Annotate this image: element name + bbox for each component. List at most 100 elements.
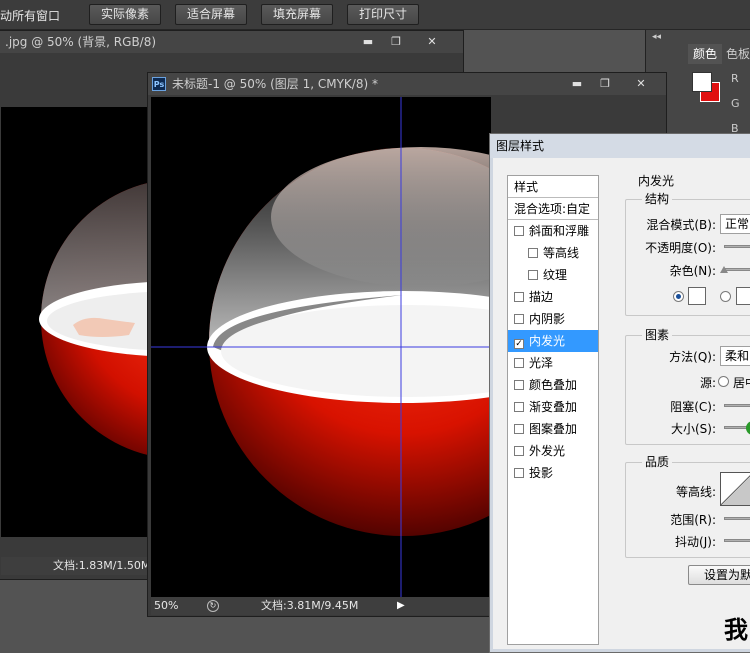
- close-button[interactable]: ✕: [628, 76, 654, 91]
- style-item-label: 外发光: [529, 444, 566, 458]
- blend-options-item[interactable]: 混合选项:自定: [508, 198, 598, 220]
- style-checkbox[interactable]: [514, 446, 524, 456]
- style-item-label: 光泽: [529, 356, 554, 370]
- panel-collapse-arrows[interactable]: ◂◂: [652, 32, 661, 42]
- scroll-all-windows-label[interactable]: 滚动所有窗口: [0, 7, 60, 24]
- technique-select[interactable]: 柔和: [720, 346, 750, 366]
- status-doc-size-front: 文档:3.81M/9.45M: [261, 599, 359, 612]
- technique-label: 方法(Q):: [669, 350, 716, 364]
- glow-gradient-swatch[interactable]: [736, 287, 750, 305]
- status-bar-front: 50% ↻ 文档:3.81M/9.45M ▶: [151, 597, 491, 615]
- opacity-label: 不透明度(O):: [645, 241, 716, 255]
- style-checkbox[interactable]: [514, 380, 524, 390]
- ps-badge-icon: Ps: [152, 77, 166, 91]
- status-menu-arrow-icon[interactable]: ▶: [397, 597, 405, 615]
- document-title-front: 未标题-1 @ 50% (图层 1, CMYK/8) *: [172, 77, 378, 91]
- style-item-label: 内阴影: [529, 312, 566, 326]
- glow-color-swatch[interactable]: [688, 287, 706, 305]
- elements-title: 图素: [642, 326, 673, 343]
- watermark-text: 我: [724, 616, 748, 644]
- jitter-label: 抖动(J):: [675, 535, 716, 549]
- style-item-label: 颜色叠加: [529, 378, 578, 392]
- fit-screen-button[interactable]: 适合屏幕: [175, 4, 247, 25]
- style-checkbox[interactable]: [528, 270, 538, 280]
- section-title: 内发光: [638, 174, 675, 188]
- export-icon[interactable]: ↻: [207, 600, 219, 612]
- structure-title: 结构: [642, 190, 673, 207]
- minimize-button[interactable]: ▬: [355, 34, 381, 49]
- document-title-back: .jpg @ 50% (背景, RGB/8): [5, 35, 157, 49]
- choke-label: 阻塞(C):: [670, 400, 716, 414]
- layer-style-dialog: 图层样式 样式 混合选项:自定 斜面和浮雕 等高线 纹理 描边 内阴影 ✓ 内发光 光泽 颜色叠…: [489, 133, 750, 653]
- options-bar: 滚动所有窗口 实际像素 适合屏幕 填充屏幕 打印尺寸: [0, 0, 750, 30]
- size-label: 大小(S):: [670, 422, 716, 436]
- source-center-radio[interactable]: [718, 376, 729, 387]
- noise-slider-handle-icon[interactable]: [720, 266, 728, 273]
- range-slider[interactable]: [724, 517, 750, 520]
- style-checkbox[interactable]: [514, 358, 524, 368]
- style-item-label: 内发光: [529, 334, 566, 348]
- restore-button[interactable]: ❐: [383, 34, 409, 49]
- style-item[interactable]: 斜面和浮雕: [508, 220, 598, 242]
- minimize-button[interactable]: ▬: [564, 76, 590, 91]
- jitter-slider[interactable]: [724, 539, 750, 542]
- style-checkbox[interactable]: [514, 468, 524, 478]
- styles-header[interactable]: 样式: [508, 176, 598, 198]
- channel-g-label: G: [731, 97, 740, 110]
- style-item-label: 等高线: [543, 246, 580, 260]
- style-item-label: 斜面和浮雕: [529, 224, 590, 238]
- sphere-artwork-back: [39, 182, 149, 456]
- channel-r-label: R: [731, 72, 739, 85]
- tab-swatches[interactable]: 色板: [726, 44, 750, 64]
- print-size-button[interactable]: 打印尺寸: [347, 4, 419, 25]
- style-item[interactable]: 渐变叠加: [508, 396, 598, 418]
- fill-screen-button[interactable]: 填充屏幕: [261, 4, 333, 25]
- style-checkbox[interactable]: ✓: [514, 339, 524, 349]
- color-radio[interactable]: [673, 291, 684, 302]
- style-item-label: 描边: [529, 290, 554, 304]
- close-button[interactable]: ✕: [419, 34, 445, 49]
- choke-slider[interactable]: [724, 404, 750, 407]
- quality-title: 品质: [642, 453, 673, 470]
- style-item[interactable]: 投影: [508, 462, 598, 484]
- gradient-radio[interactable]: [720, 291, 731, 302]
- noise-label: 杂色(N):: [669, 264, 716, 278]
- style-checkbox[interactable]: [514, 292, 524, 302]
- restore-button[interactable]: ❐: [592, 76, 618, 91]
- source-label: 源:: [699, 376, 716, 390]
- style-checkbox[interactable]: [514, 402, 524, 412]
- style-checkbox[interactable]: [514, 314, 524, 324]
- tab-color[interactable]: 颜色: [688, 44, 722, 64]
- actual-pixels-button[interactable]: 实际像素: [89, 4, 161, 25]
- foreground-color-swatch[interactable]: [692, 72, 712, 92]
- style-item-label: 渐变叠加: [529, 400, 578, 414]
- blend-mode-select[interactable]: 正常: [720, 214, 750, 234]
- status-doc-size-back: 文档:1.83M/1.50M: [53, 559, 151, 572]
- canvas-back[interactable]: [1, 107, 149, 537]
- style-item[interactable]: 颜色叠加: [508, 374, 598, 396]
- style-item[interactable]: ✓ 内发光: [508, 330, 598, 352]
- style-item[interactable]: 图案叠加: [508, 418, 598, 440]
- style-item-label: 纹理: [543, 268, 568, 282]
- style-item[interactable]: 描边: [508, 286, 598, 308]
- style-item-label: 图案叠加: [529, 422, 578, 436]
- style-checkbox[interactable]: [514, 226, 524, 236]
- zoom-level[interactable]: 50%: [154, 597, 178, 615]
- style-item[interactable]: 纹理: [508, 264, 598, 286]
- style-item[interactable]: 等高线: [508, 242, 598, 264]
- style-item[interactable]: 外发光: [508, 440, 598, 462]
- contour-label: 等高线:: [675, 485, 716, 499]
- style-item-label: 投影: [529, 466, 554, 480]
- style-item[interactable]: 光泽: [508, 352, 598, 374]
- contour-picker[interactable]: [720, 472, 750, 506]
- style-checkbox[interactable]: [528, 248, 538, 258]
- contour-curve-icon: [720, 475, 750, 506]
- status-bar-back: 文档:1.83M/1.50M: [1, 557, 151, 575]
- opacity-slider[interactable]: [724, 245, 750, 248]
- style-item[interactable]: 内阴影: [508, 308, 598, 330]
- canvas-front[interactable]: [151, 97, 491, 597]
- range-label: 范围(R):: [670, 513, 716, 527]
- style-checkbox[interactable]: [514, 424, 524, 434]
- set-default-button[interactable]: 设置为默: [688, 565, 750, 585]
- blend-mode-label: 混合模式(B):: [646, 218, 716, 232]
